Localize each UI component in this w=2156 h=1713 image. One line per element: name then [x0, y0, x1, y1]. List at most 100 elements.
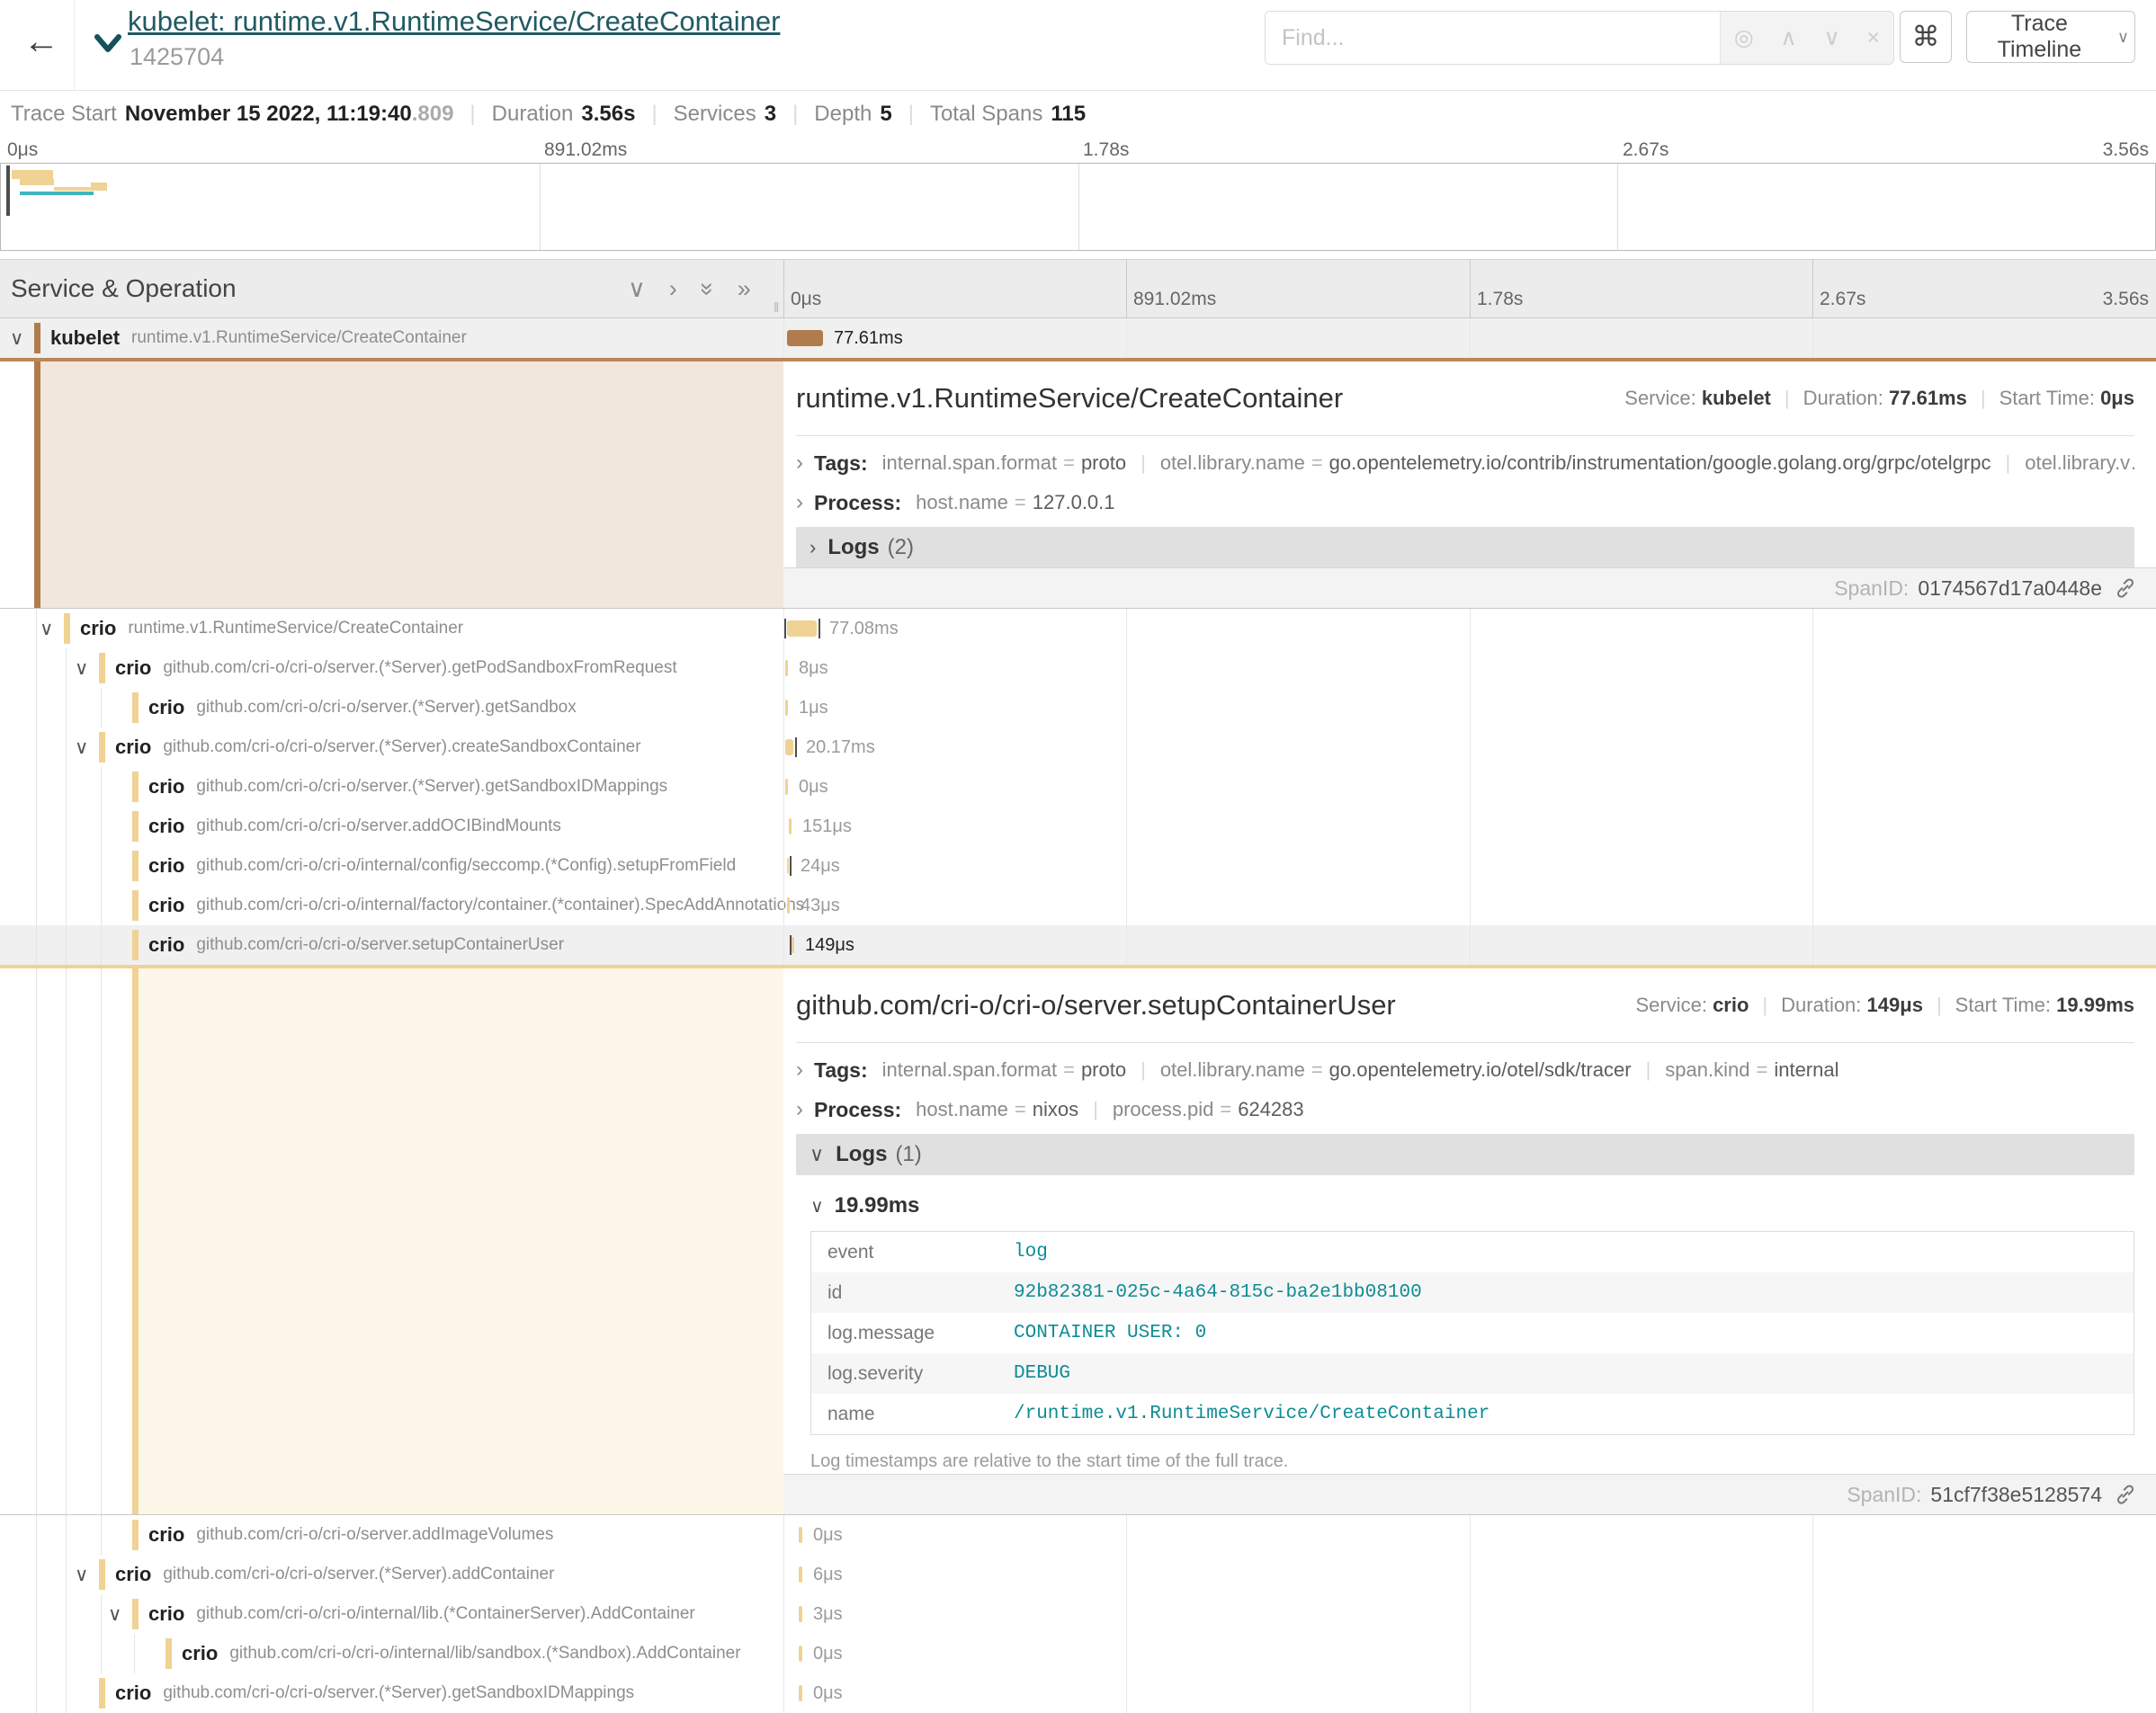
span-timeline-cell[interactable]: 0μs — [783, 1515, 2156, 1555]
clear-search-icon[interactable]: × — [1867, 25, 1881, 51]
expand-one-icon[interactable]: › — [669, 277, 677, 301]
back-button[interactable]: ← — [23, 23, 59, 59]
span-row[interactable]: ∨crioruntime.v1.RuntimeService/CreateCon… — [0, 609, 2156, 648]
span-row[interactable]: ∨criogithub.com/cri-o/cri-o/server.(*Ser… — [0, 727, 2156, 767]
span-duration-bar[interactable] — [799, 1527, 802, 1543]
span-row[interactable]: criogithub.com/cri-o/cri-o/server.setupC… — [0, 925, 2156, 965]
span-duration-bar[interactable] — [789, 818, 792, 834]
span-row[interactable]: ∨kubeletruntime.v1.RuntimeService/Create… — [0, 318, 2156, 358]
span-timeline-cell[interactable]: 0μs — [783, 1634, 2156, 1673]
minimap-tick: 2.67s — [1623, 139, 1668, 161]
log-field-value: log — [1014, 1242, 2134, 1262]
log-entry-header[interactable]: ∨19.99ms — [810, 1193, 2134, 1218]
span-duration-bar[interactable] — [792, 937, 794, 953]
span-service-name: crio — [80, 617, 116, 640]
span-duration-bar[interactable] — [785, 700, 788, 716]
span-row[interactable]: criogithub.com/cri-o/cri-o/internal/conf… — [0, 846, 2156, 886]
trace-view-selector-button[interactable]: Trace Timeline ∨ — [1966, 11, 2135, 63]
span-duration-bar[interactable] — [799, 1646, 802, 1662]
chevron-right-icon: › — [796, 451, 803, 476]
ruler-tick: 3.56s — [2103, 289, 2149, 310]
span-row[interactable]: criogithub.com/cri-o/cri-o/internal/lib/… — [0, 1634, 2156, 1673]
kv-key: otel.library.name — [1160, 1058, 1305, 1082]
span-service-name: crio — [182, 1642, 218, 1665]
span-timeline-cell[interactable]: 1μs — [783, 688, 2156, 727]
span-service-name: crio — [148, 696, 184, 719]
span-duration-label: 43μs — [801, 886, 840, 925]
deep-link-icon[interactable] — [2115, 577, 2136, 599]
span-timeline-cell[interactable]: 149μs — [783, 925, 2156, 965]
column-divider[interactable] — [783, 260, 784, 317]
logs-toggle-bar[interactable]: ›Logs(2) — [796, 527, 2134, 568]
log-field-value: /runtime.v1.RuntimeService/CreateContain… — [1014, 1404, 2134, 1424]
process-row-label: Process: — [814, 491, 901, 515]
focus-match-icon[interactable]: ◎ — [1734, 24, 1754, 51]
span-row[interactable]: crio github.com/cri-o/cri-o/server.(*Serv… — [0, 688, 2156, 727]
keyboard-shortcuts-button[interactable]: ⌘ — [1900, 11, 1952, 63]
collapse-one-icon[interactable]: ∨ — [628, 277, 646, 301]
span-row[interactable]: ∨criogithub.com/cri-o/cri-o/server.(*Ser… — [0, 1555, 2156, 1594]
deep-link-icon[interactable] — [2115, 1484, 2136, 1505]
prev-match-icon[interactable]: ∧ — [1780, 24, 1796, 51]
summary-divider: | — [792, 102, 798, 127]
minimap-canvas[interactable] — [0, 163, 2156, 251]
summary-divider: | — [908, 102, 914, 127]
duration-label: Duration: — [1781, 994, 1866, 1016]
span-timeline-cell[interactable]: 77.08ms — [783, 609, 2156, 648]
trace-title-link[interactable]: kubelet: runtime.v1.RuntimeService/Creat… — [128, 5, 780, 38]
span-timeline-cell[interactable]: 3μs — [783, 1594, 2156, 1634]
ruler-gridline — [1126, 260, 1127, 317]
log-field-row: name/runtime.v1.RuntimeService/CreateCon… — [811, 1394, 2134, 1434]
meta-divider: | — [1785, 387, 1790, 409]
span-row[interactable]: criogithub.com/cri-o/cri-o/server.(*Serv… — [0, 1673, 2156, 1713]
log-field-key: log.severity — [811, 1363, 1014, 1385]
minimap-scrubber-handle[interactable] — [6, 165, 10, 216]
span-service-name: crio — [148, 1602, 184, 1626]
trace-timeline-minimap: 0μs 891.02ms 1.78s 2.67s 3.56s — [0, 138, 2156, 259]
span-duration-bar[interactable] — [785, 660, 788, 676]
logs-toggle-bar[interactable]: ∨Logs(1) — [796, 1134, 2134, 1175]
span-id-label: SpanID: — [1834, 576, 1909, 601]
process-row[interactable]: ›Process:host.name=127.0.0.1 — [796, 490, 2134, 515]
span-timeline-cell[interactable]: 0μs — [783, 1673, 2156, 1713]
span-duration-bar[interactable] — [787, 897, 790, 914]
column-resize-handle[interactable]: ‖ — [774, 300, 780, 316]
expand-all-icon[interactable]: » — [738, 277, 751, 301]
span-row[interactable]: criogithub.com/cri-o/cri-o/server.addIma… — [0, 1515, 2156, 1555]
duration-value: 77.61ms — [1889, 387, 1967, 409]
span-duration-bar[interactable] — [787, 620, 817, 637]
span-operation-name: github.com/cri-o/cri-o/server.(*Server).… — [196, 698, 576, 718]
span-timeline-cell[interactable]: 43μs — [783, 886, 2156, 925]
span-timeline-cell[interactable]: 24μs — [783, 846, 2156, 886]
span-duration-bar[interactable] — [785, 739, 793, 755]
tags-row-label: Tags: — [814, 451, 868, 476]
span-row[interactable]: criogithub.com/cri-o/cri-o/server.addOCI… — [0, 807, 2156, 846]
span-timeline-cell[interactable]: 151μs — [783, 807, 2156, 846]
span-duration-bar[interactable] — [785, 779, 788, 795]
find-input[interactable] — [1266, 12, 1720, 64]
span-timeline-cell[interactable]: 0μs — [783, 767, 2156, 807]
span-timeline-cell[interactable]: 20.17ms — [783, 727, 2156, 767]
span-name-cell: criogithub.com/cri-o/cri-o/server.(*Serv… — [0, 727, 899, 767]
span-row[interactable]: criogithub.com/cri-o/cri-o/internal/fact… — [0, 886, 2156, 925]
span-duration-bar[interactable] — [787, 858, 789, 874]
span-timeline-cell[interactable]: 6μs — [783, 1555, 2156, 1594]
span-row[interactable]: criogithub.com/cri-o/cri-o/server.(*Serv… — [0, 767, 2156, 807]
span-row[interactable]: ∨criogithub.com/cri-o/cri-o/server.(*Ser… — [0, 648, 2156, 688]
tags-row[interactable]: ›Tags:internal.span.format=proto|otel.li… — [796, 1057, 2134, 1083]
span-duration-bar[interactable] — [799, 1606, 802, 1622]
process-row[interactable]: ›Process:host.name=nixos|process.pid=624… — [796, 1097, 2134, 1122]
collapse-trace-header-chevron-icon[interactable] — [90, 25, 126, 61]
span-name-cell: crioruntime.v1.RuntimeService/CreateCont… — [0, 609, 863, 648]
span-row[interactable]: ∨criogithub.com/cri-o/cri-o/internal/lib… — [0, 1594, 2156, 1634]
collapse-all-icon[interactable]: » — [695, 281, 720, 295]
chevron-right-icon: › — [810, 536, 816, 559]
tags-row[interactable]: ›Tags:internal.span.format=proto|otel.li… — [796, 451, 2134, 476]
span-duration-bar[interactable] — [787, 330, 823, 346]
log-field-value: 92b82381-025c-4a64-815c-ba2e1bb08100 — [1014, 1282, 2134, 1303]
span-timeline-cell[interactable]: 77.61ms — [783, 318, 2156, 358]
span-duration-bar[interactable] — [799, 1566, 802, 1583]
span-duration-bar[interactable] — [799, 1685, 802, 1701]
span-timeline-cell[interactable]: 8μs — [783, 648, 2156, 688]
next-match-icon[interactable]: ∨ — [1823, 24, 1839, 51]
